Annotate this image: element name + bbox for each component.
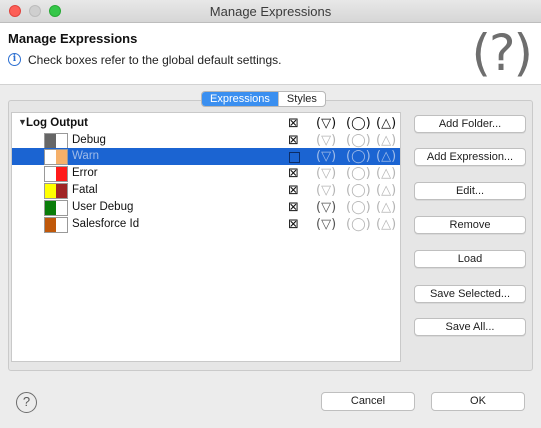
tree-row-label: User Debug: [72, 201, 134, 213]
window-title: Manage Expressions: [209, 4, 332, 19]
tree-row-root[interactable]: ▼ Log Output ⊠ (▽) (◯) (△): [12, 115, 400, 132]
enable-checkbox-icon[interactable]: ⊠: [286, 166, 301, 181]
tab-styles[interactable]: Styles: [277, 92, 325, 106]
triangle-toggle-icon[interactable]: (△): [376, 133, 396, 148]
tree-row-error[interactable]: Error ⊠ (▽) (◯) (△): [12, 165, 400, 182]
filter-toggle-icon[interactable]: (▽): [316, 217, 336, 232]
title-bar: Manage Expressions: [0, 0, 541, 23]
color-swatch[interactable]: [44, 149, 68, 165]
color-swatch[interactable]: [44, 133, 68, 149]
filter-icon: (▽): [316, 116, 337, 131]
triangle-toggle-icon[interactable]: (△): [376, 149, 396, 164]
color-swatch[interactable]: [44, 166, 68, 182]
circle-toggle-icon[interactable]: (◯): [346, 200, 371, 215]
info-icon: i: [8, 53, 21, 66]
filter-toggle-icon[interactable]: (▽): [316, 133, 336, 148]
tree-row-label: Error: [72, 167, 98, 179]
triangle-toggle-icon[interactable]: (△): [376, 166, 396, 181]
enable-checkbox-icon[interactable]: ⊠: [286, 133, 301, 148]
enable-checkbox-icon[interactable]: [286, 149, 301, 164]
circle-toggle-icon[interactable]: (◯): [346, 217, 371, 232]
color-swatch[interactable]: [44, 217, 68, 233]
color-swatch[interactable]: [44, 183, 68, 199]
header-message: Check boxes refer to the global default …: [28, 53, 282, 67]
tree-row-label: Debug: [72, 134, 106, 146]
enable-checkbox-icon[interactable]: ⊠: [286, 183, 301, 198]
tree-row-label: Fatal: [72, 184, 98, 196]
color-swatch[interactable]: [44, 200, 68, 216]
circle-icon: (◯): [346, 116, 371, 131]
expression-tree[interactable]: ▼ Log Output ⊠ (▽) (◯) (△) Debug ⊠ (▽) (…: [11, 112, 401, 362]
circle-toggle-icon[interactable]: (◯): [346, 183, 371, 198]
tree-row-warn[interactable]: Warn (▽) (◯) (△): [12, 148, 400, 165]
tree-row-label: Salesforce Id: [72, 218, 140, 230]
tree-row-debug[interactable]: Debug ⊠ (▽) (◯) (△): [12, 132, 400, 149]
dialog-title: Manage Expressions: [8, 31, 138, 46]
filter-toggle-icon[interactable]: (▽): [316, 166, 336, 181]
edit-button[interactable]: Edit...: [414, 182, 526, 200]
tab-expressions[interactable]: Expressions: [202, 92, 278, 106]
tree-root-label: Log Output: [26, 117, 88, 129]
tree-row-user-debug[interactable]: User Debug ⊠ (▽) (◯) (△): [12, 199, 400, 216]
enable-checkbox-icon[interactable]: ⊠: [286, 217, 301, 232]
triangle-toggle-icon[interactable]: (△): [376, 217, 396, 232]
tree-row-salesforce-id[interactable]: Salesforce Id ⊠ (▽) (◯) (△): [12, 216, 400, 233]
remove-button[interactable]: Remove: [414, 216, 526, 234]
load-button[interactable]: Load: [414, 250, 526, 268]
enable-checkbox-icon[interactable]: ⊠: [286, 200, 301, 215]
triangle-toggle-icon[interactable]: (△): [376, 183, 396, 198]
circle-toggle-icon[interactable]: (◯): [346, 133, 371, 148]
save-selected-button[interactable]: Save Selected...: [414, 285, 526, 303]
ok-button[interactable]: OK: [431, 392, 525, 411]
tab-bar: Expressions Styles: [201, 91, 326, 107]
add-folder-button[interactable]: Add Folder...: [414, 115, 526, 133]
filter-toggle-icon[interactable]: (▽): [316, 149, 336, 164]
enable-icon: ⊠: [288, 116, 299, 131]
save-all-button[interactable]: Save All...: [414, 318, 526, 336]
cancel-button[interactable]: Cancel: [321, 392, 415, 411]
triangle-toggle-icon[interactable]: (△): [376, 200, 396, 215]
circle-toggle-icon[interactable]: (◯): [346, 149, 371, 164]
tree-row-label: Warn: [72, 150, 100, 162]
add-expression-button[interactable]: Add Expression...: [414, 148, 526, 166]
tree-row-fatal[interactable]: Fatal ⊠ (▽) (◯) (△): [12, 182, 400, 199]
help-banner-icon: (?): [471, 24, 533, 82]
help-button[interactable]: ?: [16, 392, 37, 413]
dialog-header: Manage Expressions i Check boxes refer t…: [0, 23, 541, 85]
circle-toggle-icon[interactable]: (◯): [346, 166, 371, 181]
triangle-icon: (△): [376, 116, 397, 131]
filter-toggle-icon[interactable]: (▽): [316, 183, 336, 198]
filter-toggle-icon[interactable]: (▽): [316, 200, 336, 215]
